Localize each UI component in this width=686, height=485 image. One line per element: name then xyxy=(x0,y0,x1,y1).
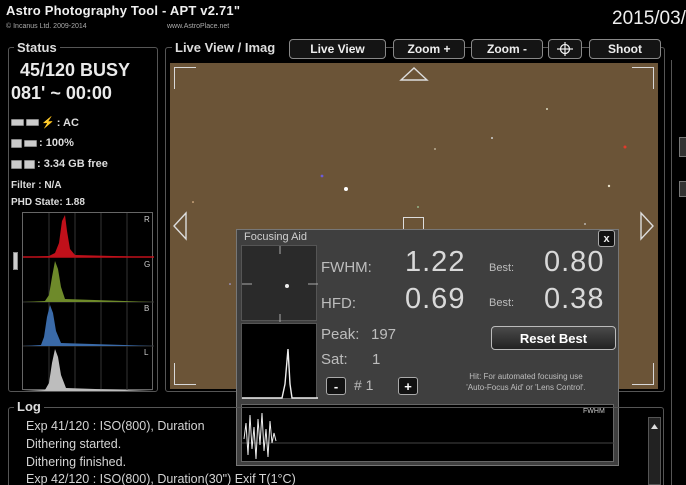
power-value: : AC xyxy=(56,116,79,129)
filter-status: Filter : N/A xyxy=(11,180,62,191)
storage-value: : 3.34 GB free xyxy=(37,158,108,170)
shoot-button[interactable]: Shoot xyxy=(589,39,661,59)
fwhm-best-label: Best: xyxy=(489,262,515,274)
focus-hint: Hit: For automated focusing use 'Auto-Fo… xyxy=(436,371,616,393)
star-crosshair xyxy=(242,246,318,322)
date-display: 2015/03/ xyxy=(612,8,686,29)
laptop-icon xyxy=(26,119,39,126)
storage-status: : 3.34 GB free xyxy=(11,158,108,170)
histogram-red xyxy=(23,215,154,257)
fwhm-best-value: 0.80 xyxy=(544,246,605,278)
peak-value: 197 xyxy=(371,326,397,343)
battery-status: : 100% xyxy=(11,137,74,149)
peak-label: Peak: xyxy=(321,326,360,343)
histogram-graph xyxy=(23,213,154,391)
camera-icon xyxy=(11,159,22,169)
hist-label-b: B xyxy=(144,304,150,313)
hist-label-g: G xyxy=(144,260,151,269)
crosshair-icon xyxy=(557,42,573,56)
focusing-aid-title: Focusing Aid xyxy=(244,231,307,243)
app-title: Astro Photography Tool - APT v2.71" xyxy=(6,3,241,18)
pan-up-icon[interactable] xyxy=(399,66,429,82)
camera-icon xyxy=(11,119,24,126)
right-panel-button[interactable] xyxy=(679,137,686,157)
histogram-luminance xyxy=(23,349,154,391)
log-line: Dithering started. xyxy=(26,437,122,451)
hfd-best-value: 0.38 xyxy=(544,283,605,315)
frame-corner-bottom-right xyxy=(632,363,654,385)
hist-label-l: L xyxy=(144,348,149,357)
star-profile-view xyxy=(241,323,318,399)
log-title: Log xyxy=(14,399,44,414)
reset-best-button[interactable]: Reset Best xyxy=(491,326,616,350)
power-plug-icon: ⚡ xyxy=(41,117,55,129)
copyright-text: © Incanus Ltd. 2009-2014 xyxy=(6,23,87,30)
histogram-green xyxy=(23,261,154,302)
star-zoom-view xyxy=(241,245,318,322)
hfd-value: 0.69 xyxy=(405,283,466,315)
star-index: # 1 xyxy=(354,377,374,393)
star-next-button[interactable]: + xyxy=(398,377,418,395)
fwhm-value: 1.22 xyxy=(405,246,466,278)
log-scrollbar[interactable] xyxy=(648,417,661,485)
star-profile-graph xyxy=(242,348,318,399)
close-button[interactable]: x xyxy=(598,230,615,247)
hfd-label: HFD: xyxy=(321,295,356,312)
log-line: Dithering finished. xyxy=(26,455,127,469)
status-title: Status xyxy=(14,40,60,55)
battery-value: : 100% xyxy=(39,137,74,149)
phd-status: PHD State: 1.88 xyxy=(11,197,85,208)
zoom-out-button[interactable]: Zoom - xyxy=(471,39,543,59)
frame-corner-top-left xyxy=(174,67,196,89)
fwhm-label: FWHM: xyxy=(321,259,372,276)
website-text: www.AstroPlace.net xyxy=(167,23,230,30)
right-side-panel xyxy=(671,60,686,485)
sat-value: 1 xyxy=(372,351,381,368)
hfd-best-label: Best: xyxy=(489,297,515,309)
histogram: R G B L xyxy=(22,212,154,391)
exposure-counter: 45/120 BUSY xyxy=(20,60,131,80)
pan-right-icon[interactable] xyxy=(639,211,655,241)
camera-icon xyxy=(11,138,22,148)
zoom-in-button[interactable]: Zoom + xyxy=(393,39,465,59)
focus-hint-line2: 'Auto-Focus Aid' or 'Lens Control'. xyxy=(466,383,586,392)
hist-label-r: R xyxy=(144,215,150,224)
exposure-timer: 081' ~ 00:00 xyxy=(11,83,112,103)
live-view-button[interactable]: Live View xyxy=(289,39,386,59)
frame-corner-top-right xyxy=(632,67,654,89)
right-panel-button[interactable] xyxy=(679,181,686,197)
disk-icon xyxy=(24,159,35,169)
histogram-handle[interactable] xyxy=(13,252,18,270)
sat-label: Sat: xyxy=(321,351,348,368)
battery-icon xyxy=(24,139,37,147)
crosshair-button[interactable] xyxy=(548,39,582,59)
scroll-up-icon[interactable] xyxy=(649,421,660,431)
focus-hint-line1: Hit: For automated focusing use xyxy=(469,372,583,381)
frame-corner-bottom-left xyxy=(174,363,196,385)
log-line: Exp 42/120 : ISO(800), Duration(30") Exi… xyxy=(26,472,296,485)
pan-left-icon[interactable] xyxy=(172,211,188,241)
log-line: Exp 41/120 : ISO(800), Duration xyxy=(26,419,205,433)
histogram-blue xyxy=(23,305,154,346)
star-prev-button[interactable]: - xyxy=(326,377,346,395)
power-status: ⚡ : AC xyxy=(11,116,79,129)
live-view-title: Live View / Imag xyxy=(172,40,290,55)
